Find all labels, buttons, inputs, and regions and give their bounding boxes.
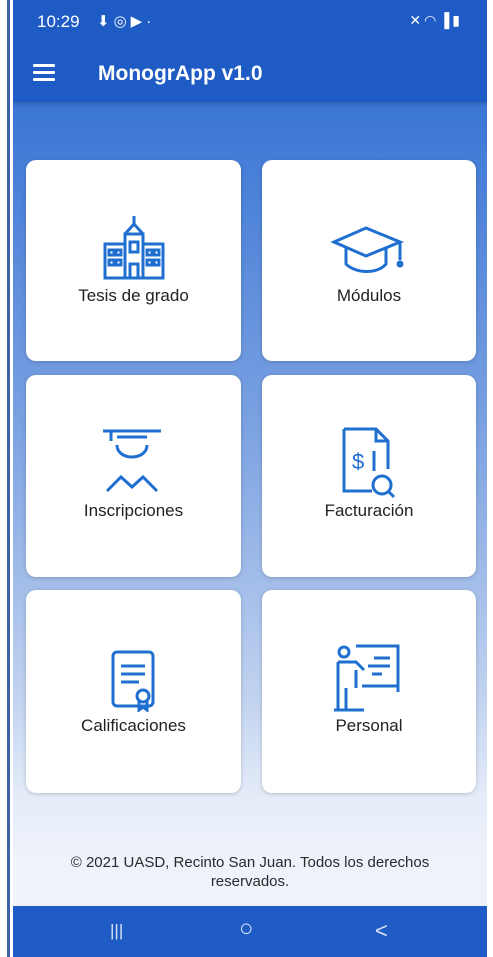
- footer-line-1: © 2021 UASD, Recinto San Juan. Todos los…: [70, 854, 430, 871]
- invoice-icon: $: [342, 427, 396, 499]
- graduation-cap-icon: [330, 226, 404, 273]
- status-system-icons: ✕◠▐▮: [409, 12, 463, 29]
- app-title: MonogrApp v1.0: [98, 62, 263, 85]
- screenshot-right-border: [487, 0, 493, 957]
- teacher-board-icon: [334, 644, 400, 712]
- home-button[interactable]: ○: [239, 915, 254, 943]
- download-icon: ⬇: [97, 13, 114, 30]
- card-tesis-de-grado[interactable]: Tesis de grado: [26, 160, 241, 361]
- dot-icon: ·: [146, 13, 156, 30]
- building-icon: [103, 216, 164, 280]
- status-time: 10:29: [37, 12, 80, 31]
- card-inscripciones[interactable]: Inscripciones: [26, 375, 241, 577]
- card-modulos[interactable]: Módulos: [262, 160, 476, 361]
- footer-line-2: reservados.: [210, 873, 290, 890]
- card-label: Personal: [335, 716, 403, 735]
- footer-copyright: © 2021 UASD, Recinto San Juan. Todos los…: [13, 853, 487, 891]
- signal-icon: ▐: [439, 12, 453, 28]
- app-bar: MonogrApp v1.0: [13, 46, 487, 102]
- card-calificaciones[interactable]: Calificaciones: [26, 590, 241, 793]
- screenshot-left-border: [0, 0, 13, 957]
- card-label: Facturación: [324, 501, 414, 520]
- card-label: Tesis de grado: [78, 286, 189, 305]
- battery-icon: ▮: [452, 12, 463, 28]
- wifi-icon: ◠: [424, 12, 440, 28]
- card-facturacion[interactable]: $ Facturación: [262, 375, 476, 577]
- menu-icon[interactable]: [33, 64, 55, 82]
- youtube-icon: ▶: [130, 13, 147, 30]
- instagram-icon: ◎: [113, 13, 131, 30]
- recents-button[interactable]: |||: [110, 921, 123, 941]
- card-label: Inscripciones: [83, 501, 184, 520]
- student-icon: [102, 429, 161, 493]
- mute-icon: ✕: [409, 12, 425, 28]
- status-notification-icons: ⬇◎▶·: [97, 12, 155, 30]
- system-nav-bar: ||| ○ <: [13, 906, 487, 957]
- status-bar: 10:29 ⬇◎▶· ✕◠▐▮: [13, 0, 487, 46]
- card-label: Módulos: [336, 286, 402, 305]
- card-personal[interactable]: Personal: [262, 590, 476, 793]
- certificate-icon: [111, 650, 154, 712]
- back-button[interactable]: <: [375, 918, 388, 944]
- app-screen: 10:29 ⬇◎▶· ✕◠▐▮ MonogrApp v1.0 Tesis de …: [13, 0, 487, 957]
- svg-text:$: $: [352, 449, 364, 474]
- card-label: Calificaciones: [81, 716, 186, 735]
